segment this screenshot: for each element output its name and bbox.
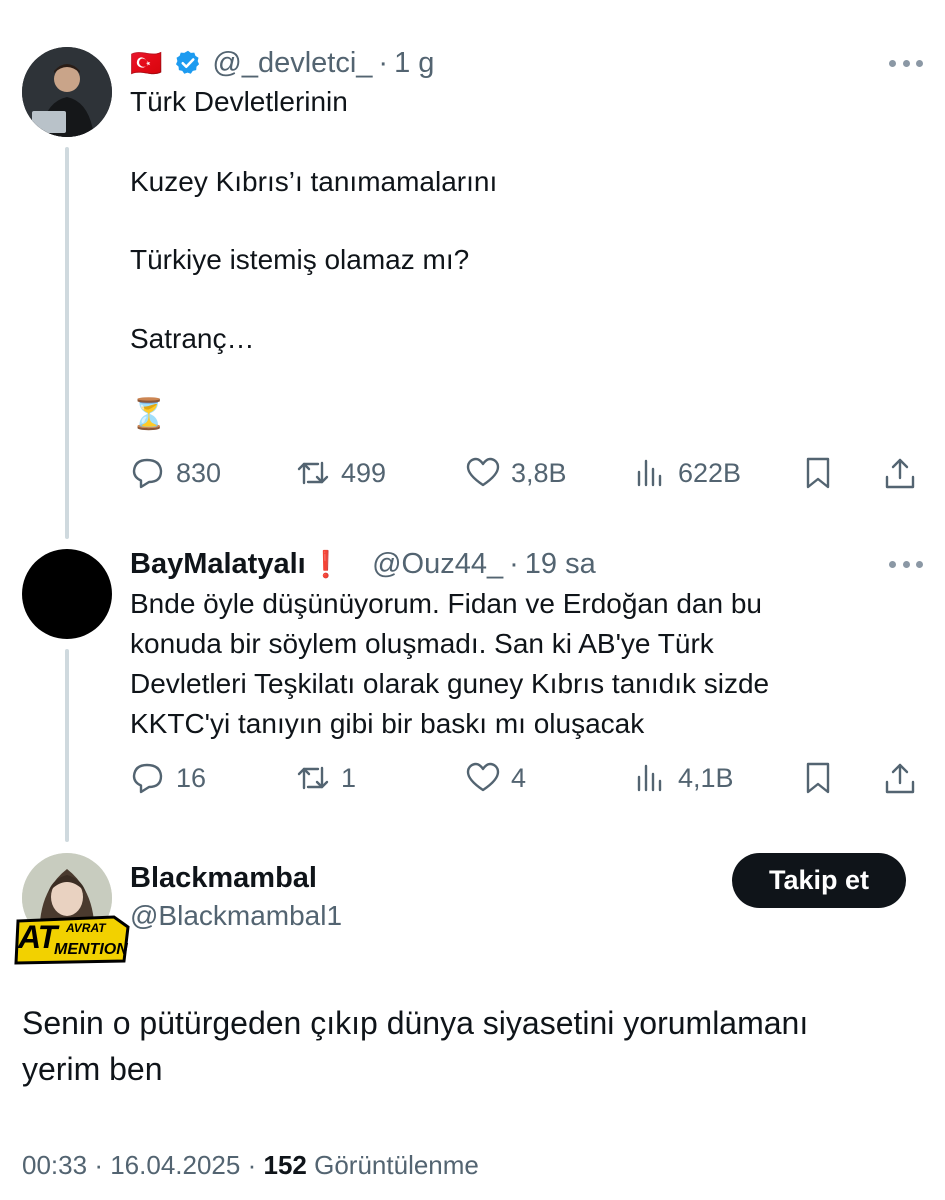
- share-icon: [885, 458, 915, 489]
- sticker-text-mention: MENTION: [54, 941, 128, 958]
- share-icon: [885, 763, 915, 794]
- like-count: 3,8B: [511, 457, 567, 488]
- exclamation-icon: ❗: [309, 548, 343, 579]
- hourglass-emoji: ⏳: [130, 398, 168, 431]
- like-button[interactable]: 3,8B: [465, 453, 567, 493]
- main-tweet-text: Senin o pütürgeden çıkıp dünya siyasetin…: [22, 1005, 809, 1087]
- bookmark-button[interactable]: [800, 453, 836, 493]
- like-button[interactable]: 4: [465, 758, 526, 798]
- more-options-icon[interactable]: [889, 559, 923, 569]
- repost-count: 499: [341, 457, 387, 488]
- views-chart-icon: [637, 459, 662, 487]
- views-button[interactable]: 4,1B: [632, 758, 734, 798]
- more-options-icon[interactable]: [889, 58, 923, 68]
- reply-icon: [132, 458, 163, 489]
- repost-icon: [297, 766, 329, 790]
- avatar-photo-icon: [22, 47, 112, 137]
- flag-icon: 🇹🇷: [130, 47, 163, 78]
- like-count: 4: [511, 762, 527, 793]
- thread-line: [65, 649, 69, 842]
- display-name[interactable]: BayMalatyalı: [130, 548, 306, 581]
- tweet-text-line: Kuzey Kıbrıs’ı tanımamalarını: [130, 166, 498, 197]
- tweet-text-line: Türk Devletlerinin: [130, 86, 348, 117]
- views-chart-icon: [637, 764, 662, 792]
- share-button[interactable]: [882, 453, 918, 493]
- tweet-actions: 830 499 3,8B 622B: [130, 453, 925, 493]
- sticker-text-avrat: AVRAT: [66, 921, 106, 935]
- heart-icon: [466, 762, 500, 792]
- tweet-time[interactable]: 19 sa: [525, 548, 596, 581]
- reply-button[interactable]: 16: [130, 758, 206, 798]
- separator-dot: ·: [378, 46, 389, 79]
- thread-line: [65, 147, 69, 539]
- share-button[interactable]: [882, 758, 918, 798]
- tweet-header: 🇹🇷 @_devletci_ · 1 g: [130, 45, 434, 81]
- separator-dot: ·: [509, 547, 519, 580]
- tweet-handle[interactable]: @Ouz44_: [372, 548, 503, 581]
- repost-button[interactable]: 1: [295, 758, 356, 798]
- views-label: Görüntülenme: [314, 1150, 479, 1180]
- avatar-devletci[interactable]: [22, 47, 112, 137]
- heart-icon: [466, 457, 500, 487]
- reply-count: 16: [176, 762, 207, 793]
- repost-icon: [297, 461, 329, 485]
- views-count: 622B: [678, 457, 742, 488]
- reply-icon: [132, 763, 163, 794]
- views-count: 4,1B: [678, 762, 734, 793]
- avatar-baymalatyali[interactable]: [22, 549, 112, 639]
- tweet-time[interactable]: 1 g: [394, 47, 434, 80]
- tweet-text: Bnde öyle düşünüyorum. Fidan ve Erdoğan …: [130, 588, 770, 739]
- avatar-sticker-badge: AT AVRAT MENTION: [14, 915, 130, 965]
- user-handle[interactable]: @Blackmambal1: [130, 900, 342, 932]
- tweet-actions: 16 1 4 4,1B: [130, 758, 925, 798]
- repost-count: 1: [341, 762, 357, 793]
- bookmark-icon: [806, 457, 830, 489]
- tweet-meta: 00:33 · 16.04.2025 · 152 Görüntülenme: [22, 1150, 479, 1181]
- tweet-text-line: Satranç…: [130, 323, 255, 354]
- tweet-handle[interactable]: @_devletci_: [212, 47, 372, 80]
- tweet-date[interactable]: 16.04.2025: [110, 1150, 240, 1180]
- bookmark-icon: [806, 762, 830, 794]
- reply-button[interactable]: 830: [130, 453, 221, 493]
- separator-dot: ·: [94, 1150, 103, 1180]
- views-count: 152: [263, 1150, 307, 1180]
- tweet-header: BayMalatyalı ❗ @Ouz44_ · 19 sa: [130, 546, 596, 582]
- follow-button[interactable]: Takip et: [732, 853, 906, 908]
- display-name[interactable]: Blackmambal: [130, 862, 317, 895]
- tweet-time[interactable]: 00:33: [22, 1150, 87, 1180]
- views-button[interactable]: 622B: [632, 453, 741, 493]
- verified-badge-icon: [176, 50, 200, 74]
- sticker-text-at: AT: [18, 919, 57, 955]
- reply-count: 830: [176, 457, 222, 488]
- bookmark-button[interactable]: [800, 758, 836, 798]
- tweet-text-line: Türkiye istemiş olamaz mı?: [130, 244, 470, 275]
- separator-dot: ·: [247, 1150, 257, 1180]
- repost-button[interactable]: 499: [295, 453, 386, 493]
